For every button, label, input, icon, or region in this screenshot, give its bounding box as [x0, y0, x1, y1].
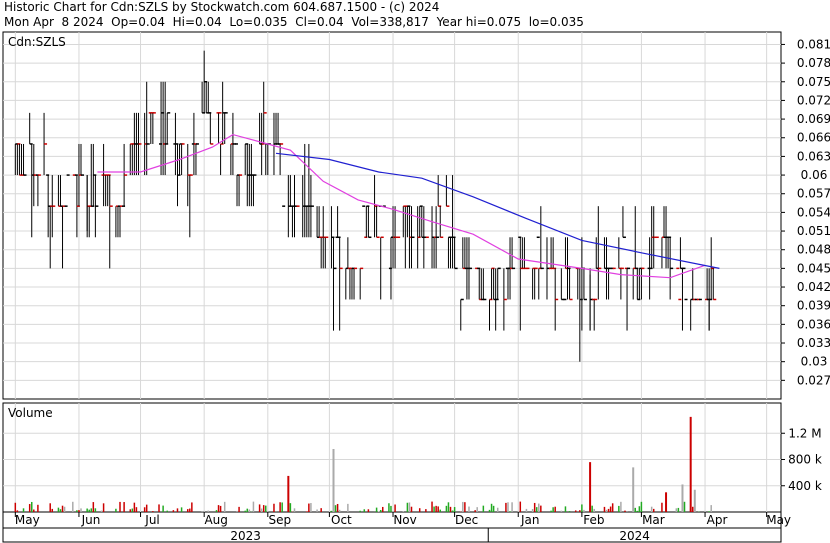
- price-panel-title: Cdn:SZLS: [8, 35, 66, 49]
- year-label-2024: 2024: [619, 529, 650, 543]
- month-label: Aug: [204, 513, 227, 527]
- year-label-2023: 2023: [230, 529, 261, 543]
- year-axis-frame: [2, 527, 782, 543]
- price-tick-label: 0.033: [797, 336, 830, 350]
- price-tick-label: 0.072: [797, 93, 830, 107]
- price-tick-label: 0.078: [797, 56, 830, 70]
- volume-tick-label: 800 k: [788, 453, 822, 467]
- price-tick-label: 0.027: [797, 373, 830, 387]
- price-tick-label: 0.03: [801, 355, 828, 369]
- month-label: Nov: [393, 513, 416, 527]
- volume-tick-label: 400 k: [788, 479, 822, 493]
- price-tick-label: 0.066: [797, 131, 830, 145]
- price-tick-label: 0.036: [797, 317, 830, 331]
- price-tick-label: 0.042: [797, 280, 830, 294]
- month-label: Dec: [455, 513, 478, 527]
- price-tick-label: 0.054: [797, 205, 830, 219]
- volume-tick-label: 1.2 M: [788, 426, 821, 440]
- month-label: Mar: [642, 513, 665, 527]
- month-label: Feb: [583, 513, 604, 527]
- price-tick-label: 0.048: [797, 243, 830, 257]
- month-label: May: [15, 513, 40, 527]
- price-tick-label: 0.069: [797, 112, 830, 126]
- stock-chart: 0.081 0.078 0.075 0.072 0.069 0.066 0.063 0.06 0…: [2, 31, 830, 543]
- price-tick-label: 0.039: [797, 299, 830, 313]
- price-tick-label: 0.051: [797, 224, 830, 238]
- month-label: Jan: [520, 513, 540, 527]
- volume-panel-title: Volume: [8, 406, 53, 420]
- month-label: Oct: [331, 513, 352, 527]
- month-label: May: [766, 513, 791, 527]
- volume-panel-frame: [2, 402, 782, 513]
- price-tick-label: 0.063: [797, 149, 830, 163]
- price-tick-label: 0.081: [797, 37, 830, 51]
- price-tick-label: 0.075: [797, 75, 830, 89]
- month-label: Jul: [144, 513, 159, 527]
- month-label: Apr: [707, 513, 728, 527]
- price-tick-label: 0.057: [797, 187, 830, 201]
- month-label: Sep: [268, 513, 291, 527]
- moving-average-long: [275, 152, 720, 269]
- price-tick-label: 0.06: [801, 168, 828, 182]
- month-label: Jun: [81, 513, 101, 527]
- price-tick-label: 0.045: [797, 261, 830, 275]
